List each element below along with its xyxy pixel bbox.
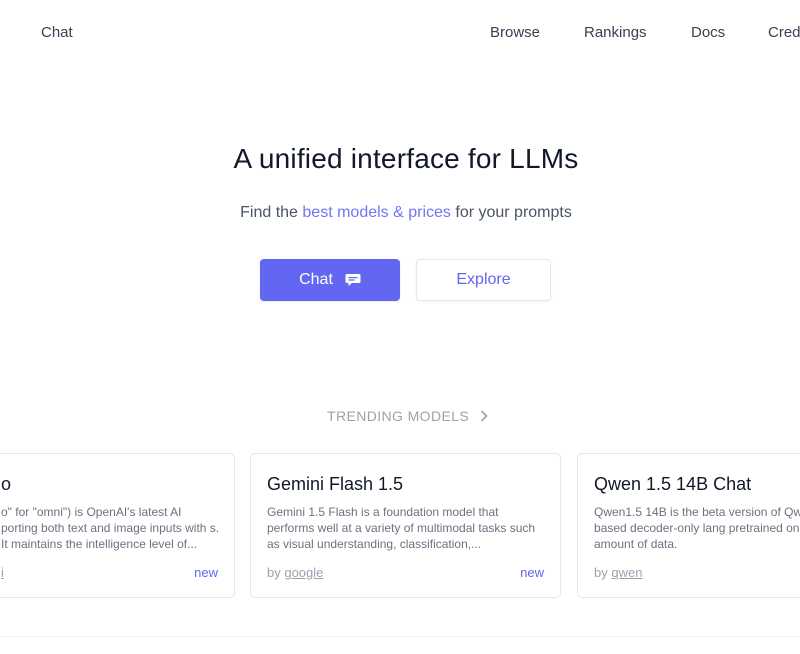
model-card-by-prefix: by [594,565,612,580]
model-card-byline: by google [267,565,323,580]
model-card-description: o" for "omni") is OpenAI's latest AI por… [1,505,220,551]
new-badge: new [520,565,544,580]
divider [0,636,800,637]
hero-subtitle: Find the best models & prices for your p… [0,204,800,222]
model-card-description: Gemini 1.5 Flash is a foundation model t… [267,505,536,551]
model-card-author-link[interactable]: qwen [611,565,642,580]
explore-button[interactable]: Explore [416,259,551,301]
hero-title: A unified interface for LLMs [233,143,579,174]
model-card-title: Gemini Flash 1.5 [267,474,404,494]
new-badge: new [194,565,218,580]
chat-bubble-icon [345,274,361,286]
nav-docs-link[interactable]: Docs [691,24,725,41]
model-card[interactable]: Qwen 1.5 14B Chat Qwen1.5 14B is the bet… [577,453,800,598]
model-card-title: Qwen 1.5 14B Chat [594,474,752,494]
nav-credits-link[interactable]: Cred [768,24,800,41]
model-card[interactable]: Gemini Flash 1.5 Gemini 1.5 Flash is a f… [250,453,561,598]
model-card-author-link[interactable]: google [284,565,323,580]
model-card-byline: i [1,565,4,580]
chat-button-label: Chat [299,271,333,288]
model-card-by-prefix: by [267,565,285,580]
trending-models-link[interactable]: TRENDING MODELS [327,408,489,424]
model-card-description: Qwen1.5 14B is the beta version of Qw tr… [594,505,800,551]
best-models-link[interactable]: best models & prices [302,204,451,221]
nav-rankings-link[interactable]: Rankings [584,24,647,41]
trending-models-label: TRENDING MODELS [327,408,470,424]
chat-button[interactable]: Chat [260,259,400,301]
hero-subtitle-pre: Find the [240,204,303,221]
nav-browse-link[interactable]: Browse [490,24,540,41]
model-card-byline: by qwen [594,565,642,580]
model-card-author-link[interactable]: i [1,565,4,580]
hero-subtitle-post: for your prompts [450,204,572,221]
chevron-right-icon [481,410,488,422]
model-card[interactable]: o o" for "omni") is OpenAI's latest AI p… [0,453,235,598]
page: Chat Browse Rankings Docs Cred A unified… [0,0,800,654]
model-card-title: o [1,474,12,494]
nav-chat-link[interactable]: Chat [41,24,73,41]
